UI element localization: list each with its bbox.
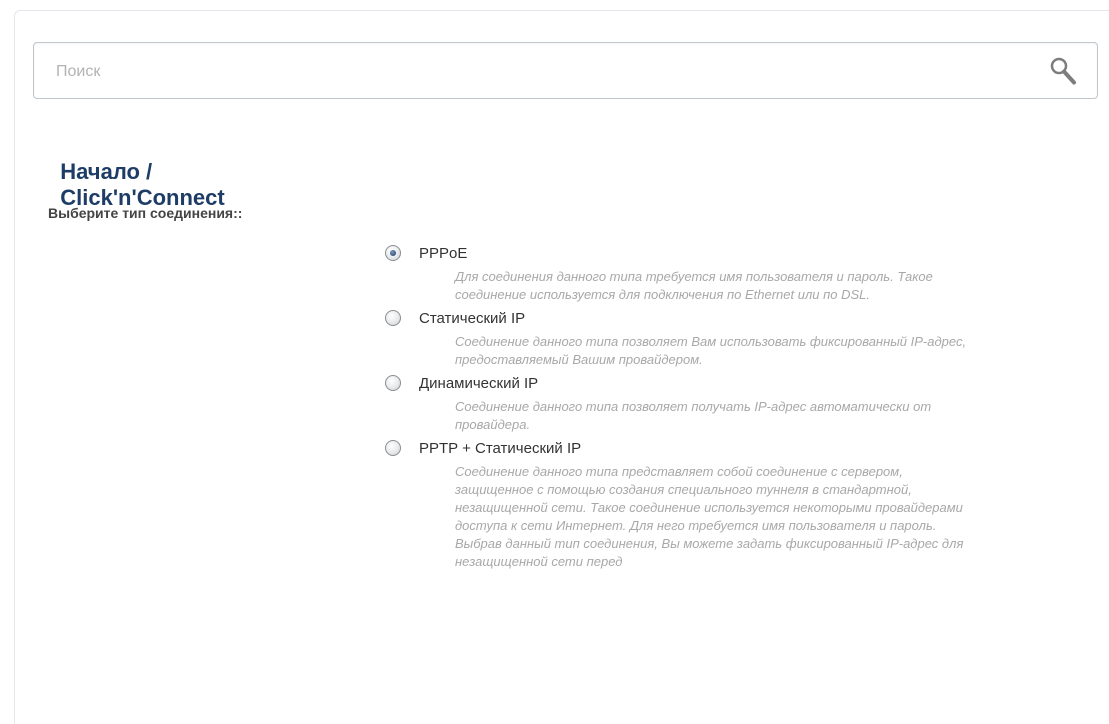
option-label[interactable]: PPTP + Статический IP xyxy=(419,440,581,457)
option-pppoe: PPPoE Для соединения данного типа требуе… xyxy=(385,241,1005,304)
option-label[interactable]: PPPoE xyxy=(419,245,467,262)
search-icon[interactable] xyxy=(1049,56,1077,86)
option-pptp-static-ip-row[interactable]: PPTP + Статический IP xyxy=(385,436,1005,460)
connection-type-options: PPPoE Для соединения данного типа требуе… xyxy=(385,241,1005,571)
search-input[interactable] xyxy=(54,43,1018,100)
option-pptp-static-ip: PPTP + Статический IP Соединение данного… xyxy=(385,436,1005,571)
option-label[interactable]: Статический IP xyxy=(419,310,525,327)
radio-pptp-static-ip[interactable] xyxy=(385,440,401,456)
option-dynamic-ip: Динамический IP Соединение данного типа … xyxy=(385,371,1005,434)
option-dynamic-ip-row[interactable]: Динамический IP xyxy=(385,371,1005,395)
option-description: Соединение данного типа позволяет Вам ис… xyxy=(455,334,967,367)
option-pppoe-row[interactable]: PPPoE xyxy=(385,241,1005,265)
search-box xyxy=(33,42,1098,100)
option-label[interactable]: Динамический IP xyxy=(419,375,538,392)
option-description: Соединение данного типа представляет соб… xyxy=(455,464,964,569)
breadcrumb: Начало / Click'n'Connect xyxy=(48,133,224,211)
radio-pppoe[interactable] xyxy=(385,245,401,261)
radio-dynamic-ip[interactable] xyxy=(385,375,401,391)
breadcrumb-home[interactable]: Начало / xyxy=(60,159,152,184)
radio-static-ip[interactable] xyxy=(385,310,401,326)
connection-type-label: Выберите тип соединения:: xyxy=(48,205,243,221)
option-static-ip: Статический IP Соединение данного типа п… xyxy=(385,306,1005,369)
option-static-ip-row[interactable]: Статический IP xyxy=(385,306,1005,330)
option-description: Для соединения данного типа требуется им… xyxy=(455,269,933,302)
option-description: Соединение данного типа позволяет получа… xyxy=(455,399,932,432)
